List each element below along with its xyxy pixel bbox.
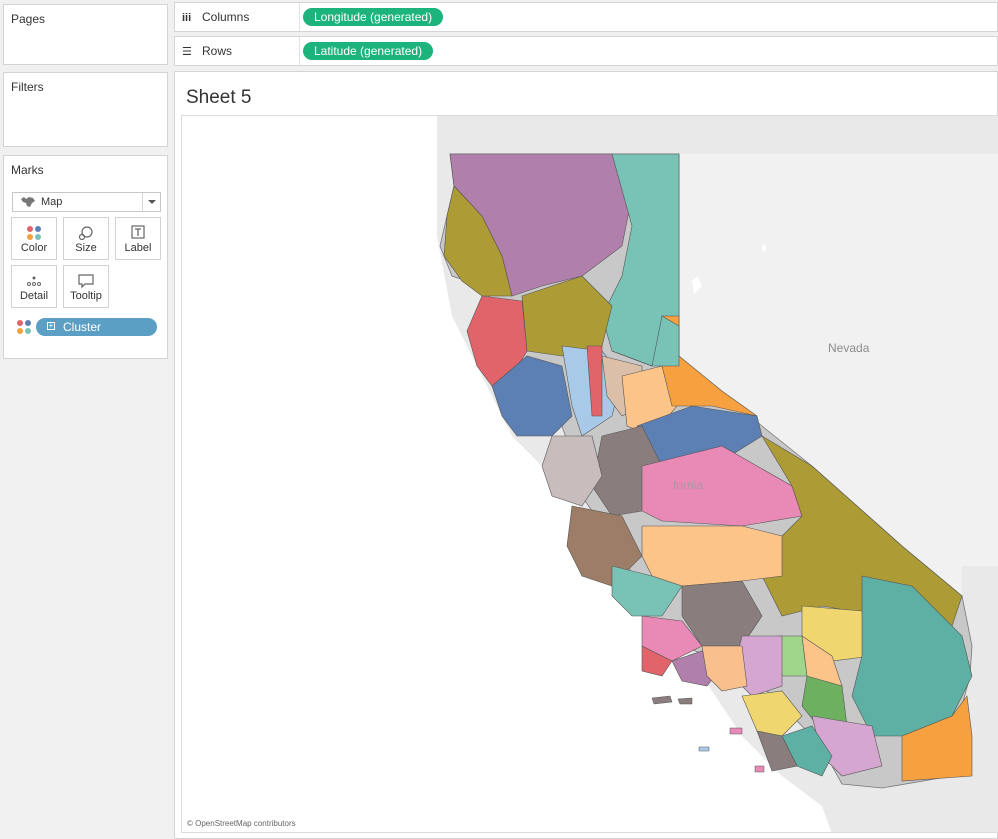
region-peach-central: [641, 525, 783, 587]
cluster-pill-label: Cluster: [63, 320, 102, 334]
rows-icon: ☰: [182, 46, 192, 58]
text-icon: [131, 225, 145, 239]
island-2: [677, 697, 693, 705]
pages-title: Pages: [11, 12, 46, 26]
rows-shelf-label: ☰ Rows: [182, 44, 232, 58]
expand-icon[interactable]: +: [47, 322, 55, 330]
size-icon: [78, 226, 93, 241]
color-icon: [27, 226, 41, 240]
filters-title: Filters: [11, 80, 44, 94]
nevada-label: Nevada: [828, 341, 870, 355]
label-button[interactable]: Label: [115, 217, 161, 260]
island-1: [651, 695, 673, 705]
tooltip-icon: [78, 274, 94, 289]
detail-button-label: Detail: [19, 290, 49, 302]
tooltip-button-label: Tooltip: [70, 290, 102, 302]
cluster-color-icon: [17, 320, 31, 334]
shelf-divider: [299, 37, 300, 65]
cluster-field-pill[interactable]: + Cluster: [36, 318, 157, 336]
shelf-divider: [299, 3, 300, 31]
map-icon: [21, 197, 35, 207]
color-button-label: Color: [20, 242, 48, 254]
size-button[interactable]: Size: [63, 217, 109, 260]
latitude-pill[interactable]: Latitude (generated): [303, 42, 434, 60]
detail-button[interactable]: Detail: [11, 265, 57, 308]
pages-card[interactable]: Pages: [3, 4, 168, 65]
california-cluster-map[interactable]: [182, 116, 998, 833]
island-3: [729, 727, 743, 735]
mark-type-label: Map: [41, 196, 63, 208]
sheet-title[interactable]: Sheet 5: [186, 87, 252, 109]
california-faint-label: fornia: [673, 478, 704, 492]
rows-label-text: Rows: [202, 44, 233, 58]
mark-type-dropdown[interactable]: Map: [12, 192, 161, 212]
detail-icon: [27, 276, 41, 286]
worksheet-view: Sheet 5 Nevada fornia © OpenStreetMap co…: [174, 71, 998, 839]
columns-label-text: Columns: [202, 10, 250, 24]
columns-icon: iii: [182, 12, 192, 24]
chevron-down-icon[interactable]: [142, 193, 160, 211]
columns-shelf-label: iii Columns: [182, 10, 249, 24]
marks-title: Marks: [11, 163, 44, 177]
rows-shelf[interactable]: ☰ Rows Latitude (generated): [174, 36, 998, 66]
island-4: [754, 765, 765, 773]
size-button-label: Size: [75, 242, 97, 254]
island-5: [698, 746, 710, 752]
tooltip-button[interactable]: Tooltip: [63, 265, 109, 308]
label-button-label: Label: [124, 242, 152, 254]
longitude-pill[interactable]: Longitude (generated): [303, 8, 444, 26]
color-button[interactable]: Color: [11, 217, 57, 260]
filters-card[interactable]: Filters: [3, 72, 168, 147]
columns-shelf[interactable]: iii Columns Longitude (generated): [174, 2, 998, 32]
marks-card: Marks Map Color Size Label Detail Toolti…: [3, 155, 168, 359]
map-view[interactable]: Nevada fornia © OpenStreetMap contributo…: [181, 115, 998, 833]
map-attribution[interactable]: © OpenStreetMap contributors: [187, 819, 296, 828]
